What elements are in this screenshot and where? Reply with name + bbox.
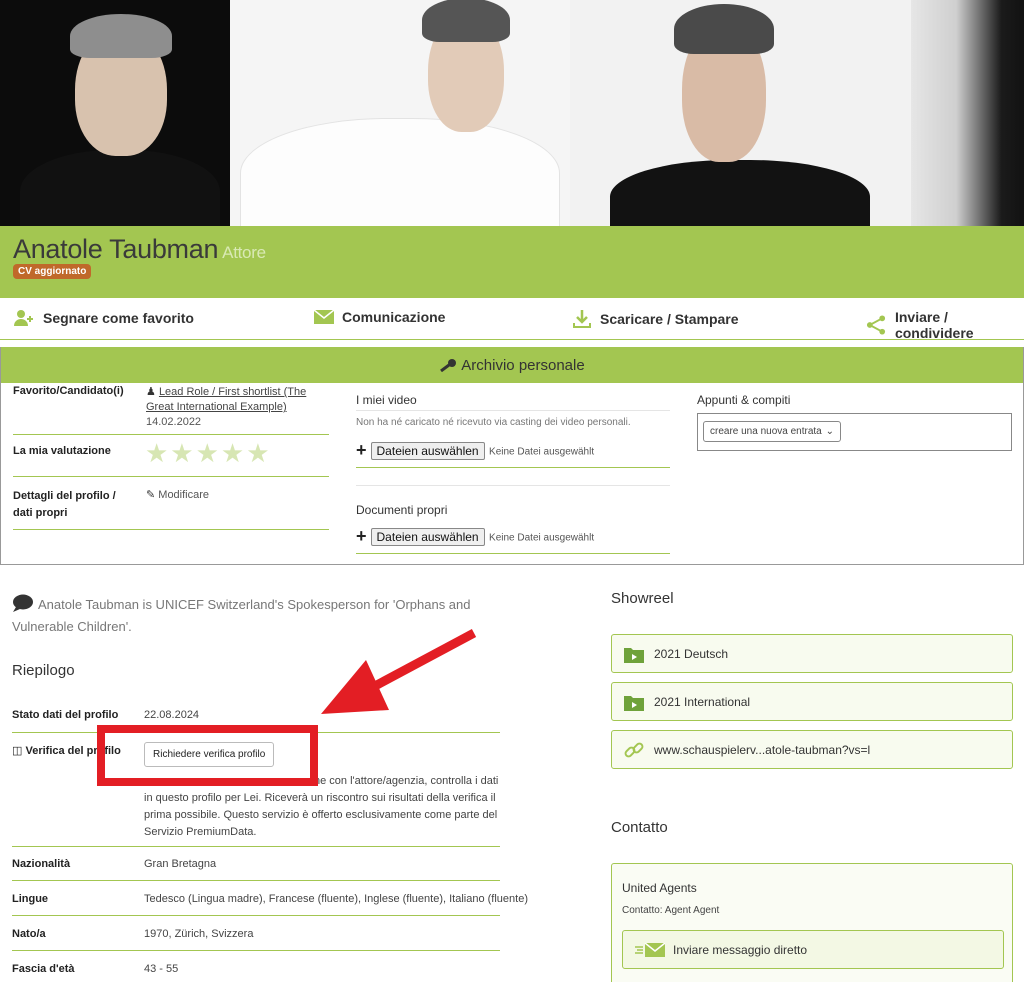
rating-label: La mia valutazione [13, 445, 111, 457]
divider [12, 880, 500, 881]
divider [13, 434, 329, 435]
born-label: Nato/a [12, 928, 46, 940]
favorite-label: Segnare come favorito [43, 310, 194, 326]
nationality-value: Gran Bretagna [144, 858, 217, 870]
showreel-label: 2021 International [654, 694, 751, 709]
notes-select-value: creare una nuova entrata [710, 426, 822, 437]
showreel-link[interactable]: www.schauspielerv...atole-taubman?vs=l [611, 730, 1013, 769]
link-icon [624, 742, 644, 757]
videos-empty-text: Non ha né caricato né ricevuto via casti… [356, 417, 631, 428]
plus-icon: + [356, 440, 367, 460]
photo-gallery [0, 0, 1024, 226]
showreel-item[interactable]: 2021 International [611, 682, 1013, 721]
summary-title: Riepilogo [12, 662, 75, 679]
divider [356, 553, 670, 554]
showreel-item[interactable]: 2021 Deutsch [611, 634, 1013, 673]
documents-title: Documenti propri [356, 503, 448, 517]
communication-button[interactable]: Comunicazione [314, 309, 445, 325]
status-value: 22.08.2024 [144, 709, 200, 721]
plus-icon: + [356, 526, 367, 546]
languages-label: Lingue [12, 893, 49, 905]
notes-select[interactable]: creare una nuova entrata ⌄ [703, 421, 841, 442]
bio-text: Anatole Taubman is UNICEF Switzerland's … [12, 597, 471, 634]
document-file-button[interactable]: Dateien auswählen [370, 527, 485, 546]
edit-label: Modificare [158, 489, 210, 501]
key-icon [440, 359, 457, 372]
direct-message-button[interactable]: Inviare messaggio diretto [622, 930, 1004, 969]
pencil-icon: ✎ [146, 489, 156, 501]
user-plus-icon [14, 310, 33, 326]
cv-updated-badge: CV aggiornato [13, 264, 92, 279]
agent-contact: Contatto: Agent Agent [622, 905, 720, 916]
born-value: 1970, Zürich, Svizzera [144, 928, 254, 940]
document-file-status: Keine Datei ausgewählt [489, 532, 595, 544]
notes-title: Appunti & compiti [697, 393, 791, 407]
status-label: Stato dati del profilo [12, 709, 119, 721]
contact-card: United Agents Contatto: Agent Agent Invi… [611, 863, 1013, 982]
personal-archive-panel: Archivio personale Favorito/Candidato(i)… [0, 347, 1024, 565]
video-folder-icon [624, 695, 644, 711]
bio-quote: Anatole Taubman is UNICEF Switzerland's … [12, 594, 502, 638]
archive-header: Archivio personale [1, 347, 1023, 383]
profile-details-label: Dettagli del profilo / dati propri [13, 490, 116, 519]
videos-title: I miei video [356, 393, 417, 407]
action-bar: Segnare come favorito Comunicazione Scar… [0, 298, 1024, 341]
showreel-label: www.schauspielerv...atole-taubman?vs=l [654, 742, 871, 757]
actor-name: Anatole Taubman [13, 234, 219, 264]
favorite-link[interactable]: Lead Role / First shortlist (The Great I… [146, 386, 306, 413]
headshot-photo[interactable] [230, 0, 570, 226]
edit-link[interactable]: ✎ Modificare [146, 488, 209, 501]
headshot-photo[interactable] [911, 0, 1024, 226]
languages-value: Tedesco (Lingua madre), Francese (fluent… [144, 893, 528, 905]
favorite-entry: ♟ Lead Role / First shortlist (The Great… [146, 385, 331, 430]
communication-label: Comunicazione [342, 309, 446, 325]
download-icon [573, 310, 591, 328]
send-message-icon [635, 942, 665, 957]
speech-bubble-icon [13, 594, 33, 612]
age-range-label: Fascia d'età [12, 963, 75, 975]
divider [12, 950, 500, 951]
agency-name: United Agents [622, 881, 697, 895]
user-icon: ♟ [146, 386, 156, 398]
actor-role: Attore [222, 243, 266, 262]
divider [12, 915, 500, 916]
divider [356, 485, 670, 486]
showreel-label: 2021 Deutsch [654, 646, 729, 661]
video-file-status: Keine Datei ausgewählt [489, 446, 595, 458]
age-range-value: 43 - 55 [144, 963, 179, 975]
video-folder-icon [624, 647, 644, 663]
video-upload: + Dateien auswählen Keine Datei ausgewähl… [356, 440, 594, 461]
video-file-button[interactable]: Dateien auswählen [370, 441, 485, 460]
share-button[interactable]: Inviare / condividere [866, 309, 1024, 341]
showreel-title: Showreel [611, 590, 674, 607]
divider [356, 410, 670, 411]
profile-header: Anatole Taubman Attore CV aggiornato [0, 226, 1024, 298]
download-print-label: Scaricare / Stampare [600, 311, 739, 327]
divider [12, 846, 500, 847]
download-print-button[interactable]: Scaricare / Stampare [572, 309, 739, 329]
envelope-icon [314, 310, 334, 324]
share-icon [866, 315, 886, 335]
nationality-label: Nazionalità [12, 858, 71, 870]
divider [356, 467, 670, 468]
headshot-photo[interactable] [570, 0, 911, 226]
profile-name: Anatole Taubman Attore [13, 234, 266, 265]
highlight-box [97, 725, 318, 786]
divider [13, 529, 329, 530]
document-icon: ◫ [12, 745, 23, 757]
rating-stars[interactable]: ★★★★★ [145, 438, 272, 469]
share-label: Inviare / condividere [894, 309, 974, 341]
favorite-date: 14.02.2022 [146, 416, 202, 428]
favorite-label: Favorito/Candidato(i) [13, 385, 124, 397]
chevron-down-icon: ⌄ [825, 426, 834, 437]
headshot-photo[interactable] [0, 0, 230, 226]
contact-title: Contatto [611, 819, 668, 836]
divider [13, 476, 329, 477]
document-upload: + Dateien auswählen Keine Datei ausgewähl… [356, 526, 594, 547]
archive-title: Archivio personale [461, 356, 585, 374]
direct-message-label: Inviare messaggio diretto [673, 942, 808, 957]
favorite-button[interactable]: Segnare come favorito [13, 309, 194, 327]
